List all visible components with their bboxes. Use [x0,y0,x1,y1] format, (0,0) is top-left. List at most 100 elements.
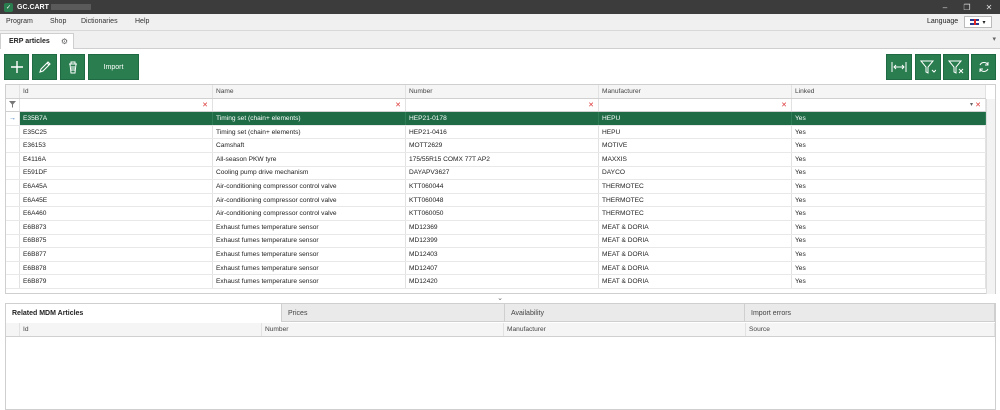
cell-linked: Yes [792,248,986,261]
table-row[interactable]: E6A460 Air-conditioning compressor contro… [6,207,986,221]
row-indicator [6,261,20,275]
cell-number: MOTT2629 [406,139,599,152]
menu-program[interactable]: Program [6,18,33,25]
table-row[interactable]: E6B877 Exhaust fumes temperature sensor MD… [6,248,986,262]
refresh-button[interactable] [971,54,996,80]
table-row[interactable]: E4116A All-season PKW tyre 175/55R15 COMX … [6,153,986,167]
column-header-number[interactable]: Number [262,323,504,336]
panel-splitter[interactable]: ⌄ [0,294,1000,302]
row-indicator [6,275,20,288]
row-indicator: → [6,112,20,125]
clear-filter-icon[interactable]: ✕ [975,101,981,109]
menu-help[interactable]: Help [135,18,149,25]
table-row[interactable]: E6B875 Exhaust fumes temperature sensor MD… [6,234,986,249]
related-tabs: Related MDM Articles Prices Availability… [6,304,995,322]
filter-button[interactable] [915,54,941,80]
close-button[interactable]: ✕ [978,0,1000,14]
cell-id: E6B873 [20,221,213,234]
filter-row-icon [6,98,20,112]
cell-linked: Yes [792,275,986,288]
menu-shop[interactable]: Shop [50,18,66,25]
cell-number: KTT060048 [406,193,599,207]
cell-manufacturer: THERMOTEC [599,207,792,220]
filter-id[interactable]: ✕ [20,98,213,112]
cell-id: E35C25 [20,125,213,139]
row-indicator [6,207,20,220]
table-row[interactable]: E6B878 Exhaust fumes temperature sensor MD… [6,261,986,276]
clear-filter-icon[interactable]: ✕ [781,101,787,109]
row-indicator [6,193,20,207]
cell-id: E36153 [20,139,213,152]
language-select[interactable]: ▾ [964,16,992,28]
column-header-source[interactable]: Source [746,323,995,336]
edit-button[interactable] [32,54,57,80]
table-row[interactable]: E6A45E Air-conditioning compressor contro… [6,193,986,208]
cell-id: E6B877 [20,248,213,261]
cell-manufacturer: DAYCO [599,166,792,180]
cell-manufacturer: MEAT & DORIA [599,275,792,288]
tab-erp-articles[interactable]: ERP articles ⚙ [0,33,74,49]
tab-related-mdm-articles[interactable]: Related MDM Articles [6,304,282,322]
fit-columns-button[interactable] [886,54,912,80]
cell-name: Camshaft [213,139,406,152]
table-row[interactable]: E35C25 Timing set (chain+ elements) HEP21-… [6,125,986,140]
table-row[interactable]: E6A45A Air-conditioning compressor contro… [6,180,986,194]
table-row[interactable]: E591DF Cooling pump drive mechanism DAYAPV… [6,166,986,181]
cell-linked: Yes [792,234,986,248]
restore-button[interactable]: ❐ [956,0,978,14]
row-indicator [6,221,20,234]
table-row[interactable]: E36153 Camshaft MOTT2629 MOTIVE Yes [6,139,986,153]
table-row[interactable]: E6B873 Exhaust fumes temperature sensor MD… [6,221,986,235]
cell-name: Timing set (chain+ elements) [213,125,406,139]
cell-id: E591DF [20,166,213,180]
filter-manufacturer[interactable]: ✕ [599,98,792,112]
header-indicator [6,85,20,98]
cell-linked: Yes [792,261,986,275]
cell-manufacturer: MEAT & DORIA [599,234,792,248]
cell-manufacturer: MEAT & DORIA [599,261,792,275]
tab-import-errors[interactable]: Import errors [745,304,995,322]
cell-id: E6A45E [20,193,213,207]
column-header-id[interactable]: Id [20,85,213,98]
tab-prices[interactable]: Prices [282,304,505,322]
clear-filter-icon[interactable]: ✕ [395,101,401,109]
related-grid-header: Id Number Manufacturer Source [6,323,995,337]
title-bar: ✓ GC.CART – ❐ ✕ [0,0,1000,14]
tabs-dropdown-icon[interactable]: ▾ [992,35,996,43]
header-indicator [6,323,20,336]
cell-name: Air-conditioning compressor control valv… [213,193,406,207]
cell-number: MD12407 [406,261,599,275]
column-header-name[interactable]: Name [213,85,406,98]
row-indicator [6,153,20,166]
column-header-id[interactable]: Id [20,323,262,336]
filter-number[interactable]: ✕ [406,98,599,112]
delete-button[interactable] [60,54,85,80]
cell-manufacturer: MAXXIS [599,153,792,166]
clear-filter-icon[interactable]: ✕ [202,101,208,109]
add-button[interactable] [4,54,29,80]
clear-filter-icon[interactable]: ✕ [588,101,594,109]
grid-header: Id Name Number Manufacturer Linked [6,85,986,99]
chevron-down-icon: ▾ [982,19,986,26]
column-header-number[interactable]: Number [406,85,599,98]
table-row[interactable]: → E35B7A Timing set (chain+ elements) HEP21… [6,112,986,126]
grid-scrollbar[interactable] [986,99,995,294]
gear-icon[interactable]: ⚙ [61,37,68,46]
minimize-button[interactable]: – [934,0,956,14]
cell-name: Exhaust fumes temperature sensor [213,275,406,288]
column-header-manufacturer[interactable]: Manufacturer [599,85,792,98]
column-header-linked[interactable]: Linked [792,85,986,98]
filter-name[interactable]: ✕ [213,98,406,112]
cell-linked: Yes [792,221,986,234]
chevron-down-icon[interactable]: ▾ [970,101,973,108]
menu-dictionaries[interactable]: Dictionaries [81,18,118,25]
filter-icon [920,60,936,74]
table-row[interactable]: E6B879 Exhaust fumes temperature sensor MD… [6,275,986,289]
clear-filter-button[interactable] [943,54,969,80]
cell-number: MD12420 [406,275,599,288]
column-header-manufacturer[interactable]: Manufacturer [504,323,746,336]
tab-availability[interactable]: Availability [505,304,745,322]
filter-linked[interactable]: ▾ ✕ [792,98,986,112]
cell-number: MD12403 [406,248,599,261]
import-button[interactable]: Import [88,54,139,80]
